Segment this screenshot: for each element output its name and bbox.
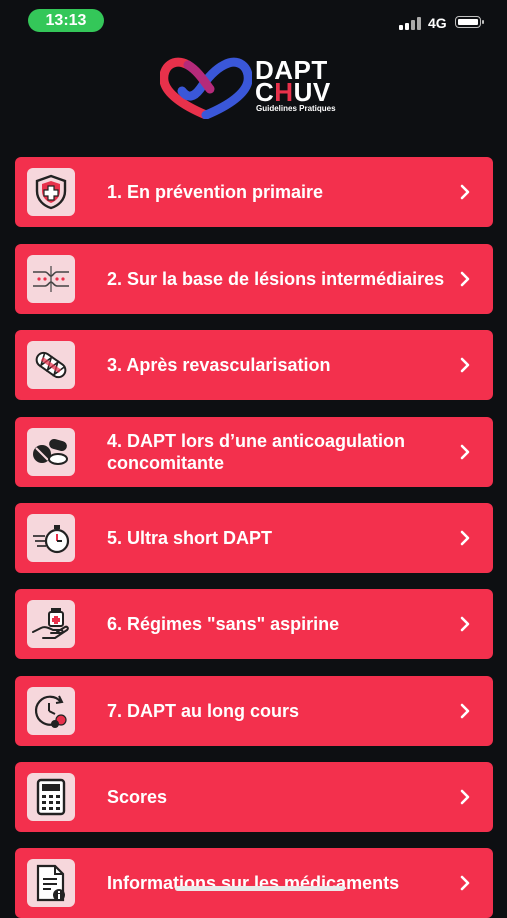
shield-cross-icon	[27, 168, 75, 216]
chevron-right-icon	[460, 875, 470, 891]
chevron-right-icon	[460, 444, 470, 460]
menu-item-lesions-intermediaires[interactable]: 2. Sur la base de lésions intermédiaires	[15, 244, 493, 314]
menu-item-informations-medicaments[interactable]: Informations sur les médicaments	[15, 848, 493, 918]
logo-line-2-c: C	[255, 77, 275, 107]
logo-line-2-h: H	[274, 77, 294, 107]
chevron-right-icon	[460, 703, 470, 719]
menu-item-label: 5. Ultra short DAPT	[107, 528, 273, 548]
chevron-right-icon	[460, 789, 470, 805]
menu-item-label: Informations sur les médicaments	[107, 873, 400, 893]
menu-item-label: 1. En prévention primaire	[107, 182, 324, 202]
logo-title: DAPT CHUV	[255, 57, 331, 105]
clock-pill-icon	[27, 687, 75, 735]
chevron-right-icon	[460, 357, 470, 373]
menu-item-label: 7. DAPT au long cours	[107, 701, 300, 721]
stopwatch-icon	[27, 514, 75, 562]
logo-line-2-uv: UV	[293, 77, 331, 107]
logo-subtitle: Guidelines Pratiques	[256, 104, 336, 113]
menu-item-label: 3. Après revascularisation	[107, 355, 331, 375]
home-indicator[interactable]	[175, 886, 345, 891]
menu-item-long-cours[interactable]: 7. DAPT au long cours	[15, 676, 493, 746]
menu-item-label: 4. DAPT lors d’une anticoagulation conco…	[107, 431, 406, 473]
app-logo: DAPT CHUV Guidelines Pratiques	[160, 55, 360, 125]
chevron-right-icon	[460, 271, 470, 287]
chevron-right-icon	[460, 530, 470, 546]
menu-item-sans-aspirine[interactable]: 6. Régimes "sans" aspirine	[15, 589, 493, 659]
menu-item-label: 6. Régimes "sans" aspirine	[107, 614, 340, 634]
status-bar: 13:13 4G	[0, 0, 507, 40]
pills-icon	[27, 428, 75, 476]
calculator-icon	[27, 773, 75, 821]
hand-medication-icon	[27, 600, 75, 648]
status-time: 13:13	[28, 9, 104, 32]
artery-stenosis-icon	[27, 255, 75, 303]
menu-item-label: Scores	[107, 787, 168, 807]
menu-item-revascularisation[interactable]: 3. Après revascularisation	[15, 330, 493, 400]
logo-line-2: CHUV	[255, 79, 331, 105]
menu-item-label: 2. Sur la base de lésions intermédiaires	[107, 269, 445, 289]
menu-item-scores[interactable]: Scores	[15, 762, 493, 832]
menu-item-prevention-primaire[interactable]: 1. En prévention primaire	[15, 157, 493, 227]
chevron-right-icon	[460, 184, 470, 200]
menu-item-anticoagulation[interactable]: 4. DAPT lors d’une anticoagulation conco…	[15, 417, 493, 487]
heart-logo-icon	[160, 57, 252, 119]
cellular-signal-icon	[399, 16, 423, 30]
battery-icon	[455, 16, 484, 28]
chevron-right-icon	[460, 616, 470, 632]
stent-icon	[27, 341, 75, 389]
menu-item-ultra-short-dapt[interactable]: 5. Ultra short DAPT	[15, 503, 493, 573]
network-type: 4G	[428, 15, 447, 31]
